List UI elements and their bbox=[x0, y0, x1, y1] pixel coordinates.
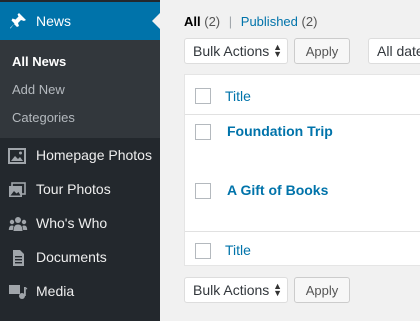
post-title-link[interactable]: A Gift of Books bbox=[227, 182, 328, 198]
posts-table: Title Foundation Trip A Gift of Books Ti… bbox=[184, 74, 420, 266]
menu-item-homepage-photos[interactable]: Homepage Photos bbox=[0, 139, 160, 173]
menu-item-label: Documents bbox=[36, 249, 107, 265]
pushpin-icon bbox=[9, 12, 27, 30]
select-arrows-icon: ▲ ▼ bbox=[273, 42, 282, 59]
row-checkbox[interactable] bbox=[195, 124, 211, 140]
groups-icon bbox=[8, 215, 28, 233]
gallery-icon bbox=[8, 181, 28, 199]
row-checkbox[interactable] bbox=[195, 183, 211, 199]
menu-item-media[interactable]: Media bbox=[0, 275, 160, 309]
menu-item-label: Who's Who bbox=[36, 215, 108, 231]
posts-list-area: All (2) | Published (2) Bulk Actions ▲ ▼ … bbox=[160, 0, 420, 321]
submenu-item-add-new[interactable]: Add New bbox=[12, 82, 65, 97]
menu-item-label: News bbox=[36, 13, 72, 29]
bulk-actions-select-top[interactable]: Bulk Actions ▲ ▼ bbox=[184, 38, 288, 64]
image-icon bbox=[8, 147, 28, 165]
bulk-actions-select-bottom[interactable]: Bulk Actions ▲ ▼ bbox=[184, 277, 288, 303]
menu-item-label: Media bbox=[36, 283, 75, 299]
filter-published-link[interactable]: Published bbox=[241, 14, 298, 29]
submenu-item-categories[interactable]: Categories bbox=[12, 110, 75, 125]
filter-separator: | bbox=[228, 14, 233, 29]
apply-button-bottom[interactable]: Apply bbox=[294, 277, 350, 303]
news-submenu: All News Add New Categories bbox=[0, 40, 160, 138]
admin-sidebar: News All News Add New Categories Homepag… bbox=[0, 0, 160, 321]
media-icon bbox=[8, 283, 28, 301]
menu-item-documents[interactable]: Documents bbox=[0, 241, 160, 275]
menu-item-label: Homepage Photos bbox=[36, 147, 152, 163]
filter-all-count: (2) bbox=[204, 14, 221, 29]
apply-button-top[interactable]: Apply bbox=[294, 38, 350, 64]
menu-item-news[interactable]: News bbox=[0, 2, 160, 40]
footer-divider bbox=[185, 231, 420, 232]
column-footer-title[interactable]: Title bbox=[225, 242, 251, 258]
menu-item-tour-photos[interactable]: Tour Photos bbox=[0, 173, 160, 207]
bulk-actions-value: Bulk Actions bbox=[193, 43, 270, 59]
filter-all-label[interactable]: All bbox=[184, 14, 201, 29]
date-filter-value: All date bbox=[377, 43, 420, 59]
post-title-link[interactable]: Foundation Trip bbox=[227, 123, 333, 139]
menu-item-whos-who[interactable]: Who's Who bbox=[0, 207, 160, 241]
bulk-actions-value: Bulk Actions bbox=[193, 282, 270, 298]
menu-item-label: Tour Photos bbox=[36, 181, 111, 197]
submenu-item-all-news[interactable]: All News bbox=[12, 54, 66, 69]
header-divider bbox=[185, 114, 420, 115]
filter-published-count: (2) bbox=[301, 14, 318, 29]
column-header-title[interactable]: Title bbox=[225, 88, 251, 104]
select-arrows-icon: ▲ ▼ bbox=[273, 281, 282, 298]
select-all-checkbox[interactable] bbox=[195, 88, 211, 104]
current-menu-arrow bbox=[152, 13, 160, 29]
document-icon bbox=[8, 249, 28, 267]
status-filter-links: All (2) | Published (2) bbox=[184, 14, 317, 29]
select-all-checkbox-footer[interactable] bbox=[195, 243, 211, 259]
date-filter-select[interactable]: All date bbox=[368, 38, 420, 64]
